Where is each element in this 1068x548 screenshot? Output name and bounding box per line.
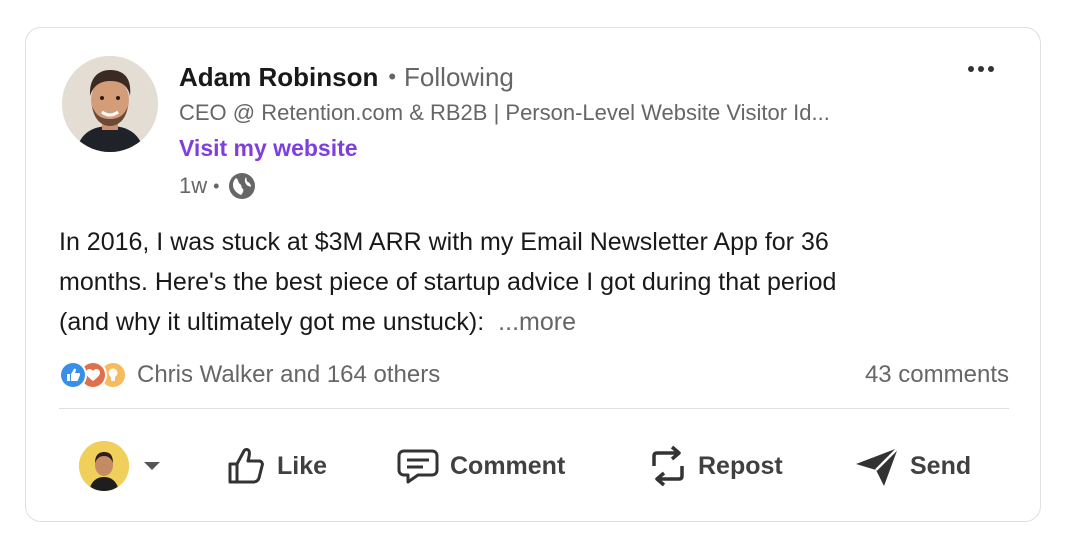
social-counts: Chris Walker and 164 others 43 comments <box>59 358 1009 392</box>
divider <box>59 408 1009 409</box>
post-body-line: In 2016, I was stuck at $3M ARR with my … <box>59 228 829 256</box>
post-body-line: (and why it ultimately got me unstuck):.… <box>59 302 1009 342</box>
author-headline: CEO @ Retention.com & RB2B | Person-Leve… <box>179 100 830 125</box>
comment-label: Comment <box>450 451 566 480</box>
like-reaction-icon <box>59 361 87 389</box>
author-avatar[interactable] <box>62 56 158 152</box>
like-label: Like <box>277 451 328 480</box>
comment-button[interactable]: Comment <box>396 436 565 496</box>
post-meta: 1w • <box>179 170 257 202</box>
send-button[interactable]: Send <box>854 436 971 496</box>
globe-icon <box>227 171 257 201</box>
more-options-button[interactable] <box>964 58 998 80</box>
reactions-summary[interactable]: Chris Walker and 164 others <box>59 361 440 389</box>
separator-dot: • <box>388 64 397 89</box>
repost-button[interactable]: Repost <box>648 436 783 496</box>
more-horizontal-icon <box>968 66 994 72</box>
post-actions: Like Comment Repost Send <box>59 436 1009 496</box>
post-timestamp: 1w <box>179 173 208 198</box>
reaction-icons <box>59 361 127 389</box>
comment-icon <box>397 449 439 484</box>
author-line: Adam Robinson • Following <box>179 60 514 94</box>
post-body-line-text: (and why it ultimately got me unstuck): <box>59 308 485 336</box>
visit-website-link[interactable]: Visit my website <box>179 132 358 164</box>
like-button[interactable]: Like <box>225 436 327 496</box>
send-icon <box>856 447 899 486</box>
post-body: In 2016, I was stuck at $3M ARR with my … <box>59 222 1009 342</box>
feed-post-card: Adam Robinson • Following CEO @ Retentio… <box>25 27 1041 522</box>
reactions-count[interactable]: Chris Walker and 164 others <box>137 361 440 389</box>
meta-separator-dot: • <box>213 175 220 196</box>
viewer-avatar <box>79 441 129 491</box>
react-as-selector[interactable] <box>79 436 171 496</box>
author-photo <box>62 56 158 152</box>
post-body-line: months. Here's the best piece of startup… <box>59 268 837 296</box>
author-name[interactable]: Adam Robinson <box>179 62 378 93</box>
repost-label: Repost <box>698 451 783 480</box>
send-label: Send <box>910 451 972 480</box>
comments-count[interactable]: 43 comments <box>865 361 1009 389</box>
see-more-link[interactable]: ...more <box>498 308 576 336</box>
thumbs-up-icon <box>228 448 264 484</box>
chevron-down-icon <box>144 462 160 470</box>
follow-status: Following <box>404 61 514 92</box>
repost-icon <box>652 445 684 487</box>
